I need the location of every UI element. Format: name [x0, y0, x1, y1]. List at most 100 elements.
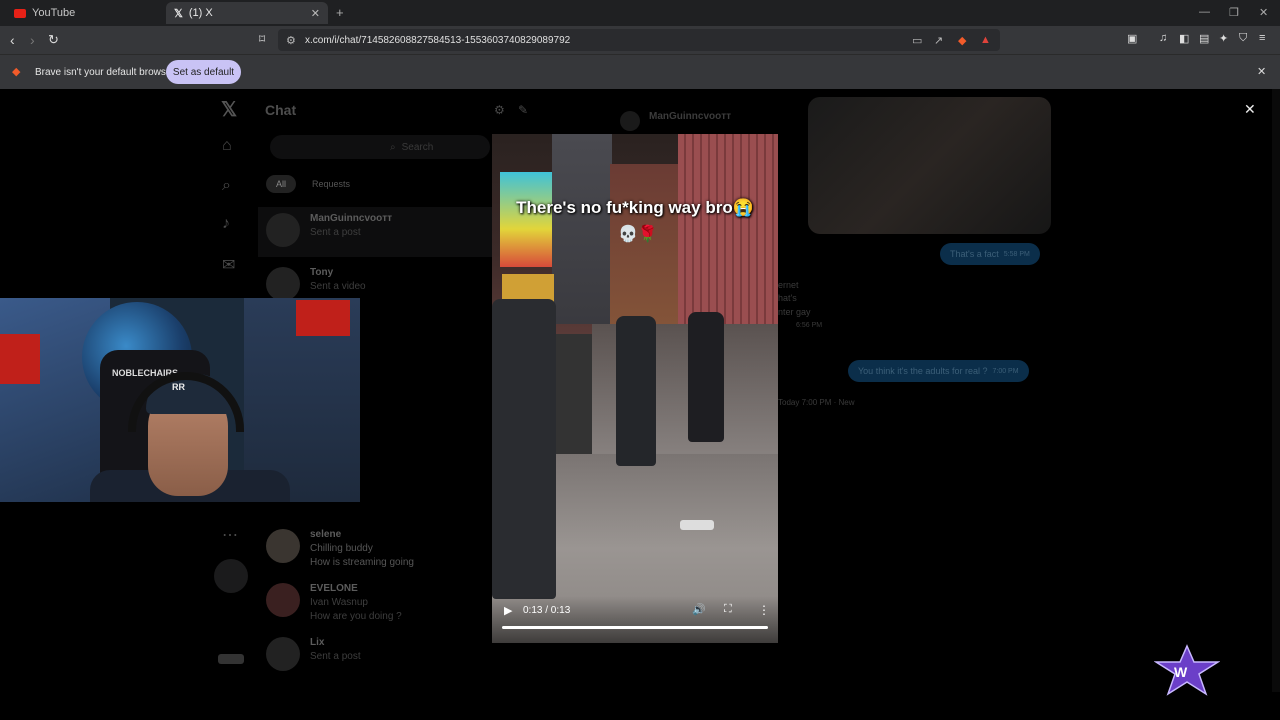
conversation-name: Tony: [310, 267, 334, 278]
chat-title: Chat: [265, 102, 297, 118]
screenshot-icon[interactable]: ▣: [1127, 32, 1137, 45]
filter-all[interactable]: All: [266, 175, 297, 193]
new-tab-button[interactable]: +: [336, 5, 344, 20]
video-progress-bar[interactable]: [502, 626, 768, 629]
search-icon: ⌕: [390, 141, 396, 153]
video-caption-emoji: 💀🌹: [618, 226, 658, 243]
minimize-icon[interactable]: —: [1199, 6, 1210, 18]
conversation-name: Lix: [310, 637, 325, 648]
video-frame-person: [492, 299, 556, 599]
close-media-icon[interactable]: ✕: [1244, 101, 1256, 118]
infobar-message: Brave isn't your default browser: [35, 67, 175, 78]
conversation-preview: Sent a video: [310, 281, 366, 292]
back-icon[interactable]: ‹: [10, 32, 15, 48]
brave-shield-icon[interactable]: ◆: [958, 34, 966, 47]
webcam-poster: [296, 300, 350, 336]
wallet-icon[interactable]: ▤: [1199, 32, 1209, 45]
volume-icon[interactable]: 🔊: [692, 603, 706, 616]
music-icon[interactable]: ♫: [1159, 32, 1167, 44]
tab-label: YouTube: [32, 7, 76, 19]
fullscreen-icon[interactable]: ⛶: [724, 603, 732, 616]
streamer-logo: W: [1154, 644, 1220, 696]
explore-icon[interactable]: ⌕: [222, 177, 231, 195]
avatar: [266, 637, 300, 671]
home-icon[interactable]: ⌂: [222, 137, 232, 155]
restore-icon[interactable]: ❐: [1229, 6, 1239, 19]
conversation-item[interactable]: Lix Sent a post: [258, 631, 492, 681]
more-icon[interactable]: ⋯: [222, 525, 238, 545]
message-time: 6:56 PM: [796, 322, 823, 329]
x-logo-icon[interactable]: 𝕏: [221, 97, 237, 122]
conversation-preview-line2: How are you doing ?: [310, 611, 402, 622]
address-bar[interactable]: ⚙ x.com/i/chat/714582608827584513-155360…: [278, 29, 1000, 51]
conversation-preview: Ivan Wasnup: [310, 597, 368, 608]
conversation-preview-line2: How is streaming going: [310, 557, 414, 568]
default-browser-infobar: ◆ Brave isn't your default browser Set a…: [0, 54, 1280, 89]
conversation-preview: Chilling buddy: [310, 543, 373, 554]
video-caption: There's no fu*king way bro😭: [516, 198, 754, 217]
video-progress-fill: [502, 626, 768, 629]
partial-message-text: nter gay: [778, 307, 811, 317]
messages-icon[interactable]: ✉: [222, 255, 235, 275]
filter-requests[interactable]: Requests: [302, 175, 360, 193]
video-frame-building: [552, 134, 612, 324]
vpn-icon[interactable]: ⛉: [1239, 32, 1247, 45]
settings-icon[interactable]: ⚙: [494, 103, 505, 117]
compose-post-button[interactable]: [214, 559, 248, 593]
brave-rewards-icon[interactable]: ▲: [980, 34, 991, 46]
message-bubble: That's a fact 5:58 PM: [940, 243, 1040, 265]
conversation-item[interactable]: selene Chilling buddy How is streaming g…: [258, 523, 492, 573]
avatar: [266, 213, 300, 247]
account-switcher[interactable]: [218, 654, 244, 664]
avatar: [266, 529, 300, 563]
chat-header-avatar: [620, 111, 640, 131]
new-messages-divider: Today 7:00 PM · New: [778, 398, 855, 407]
tab-youtube[interactable]: YouTube: [6, 2, 166, 24]
notifications-icon[interactable]: ♪: [222, 215, 230, 233]
conversation-name: ManGuinncvooтт: [310, 213, 393, 224]
conversation-name: selene: [310, 529, 342, 540]
menu-icon[interactable]: ≡: [1259, 32, 1265, 44]
conversation-item[interactable]: EVELONE Ivan Wasnup How are you doing ?: [258, 577, 492, 627]
cast-icon[interactable]: ▭: [912, 34, 922, 47]
site-info-icon[interactable]: ⚙: [286, 34, 296, 47]
webcam-poster: [0, 334, 40, 384]
avatar: [266, 267, 300, 301]
tab-x[interactable]: 𝕏 (1) X ✕: [166, 2, 328, 24]
youtube-icon: [14, 8, 26, 18]
brave-logo-icon: ◆: [12, 66, 21, 78]
conversation-preview: Sent a post: [310, 227, 361, 238]
video-frame-object: [680, 520, 714, 530]
forward-icon[interactable]: ›: [30, 32, 35, 48]
video-time: 0:13 / 0:13: [523, 605, 571, 616]
partial-message-text: ernet: [778, 280, 799, 290]
leo-ai-icon[interactable]: ✦: [1219, 32, 1228, 45]
close-infobar-icon[interactable]: ✕: [1257, 65, 1266, 78]
video-frame-billboard: [500, 172, 552, 267]
media-thumbnail[interactable]: [808, 97, 1051, 234]
sidebar-icon[interactable]: ◧: [1179, 32, 1189, 45]
conversation-item[interactable]: ManGuinncvooтт Sent a post: [258, 207, 492, 257]
partial-message-text: hat's: [778, 293, 797, 303]
conversation-name: EVELONE: [310, 583, 358, 594]
close-window-icon[interactable]: ✕: [1259, 6, 1268, 19]
url-text: x.com/i/chat/714582608827584513-15536037…: [305, 34, 571, 46]
video-player[interactable]: There's no fu*king way bro😭 💀🌹 ▶ 0:13 / …: [492, 134, 778, 643]
share-icon[interactable]: ↗: [934, 34, 943, 47]
x-icon: 𝕏: [174, 7, 183, 20]
tab-label: (1) X: [188, 7, 213, 19]
reload-icon[interactable]: ↻: [48, 32, 59, 48]
page-scrollbar[interactable]: [1272, 89, 1280, 692]
more-options-icon[interactable]: ⋮: [758, 603, 770, 617]
video-controls: ▶ 0:13 / 0:13 🔊 ⛶ ⋮: [492, 596, 778, 643]
play-icon[interactable]: ▶: [504, 604, 512, 617]
search-placeholder: Search: [401, 141, 434, 153]
svg-text:W: W: [1174, 664, 1188, 680]
close-tab-icon[interactable]: ✕: [311, 7, 320, 20]
avatar: [266, 583, 300, 617]
new-chat-icon[interactable]: ✎: [518, 103, 528, 117]
set-as-default-button[interactable]: Set as default: [166, 60, 241, 84]
bookmark-icon[interactable]: ⌑: [259, 32, 265, 46]
chat-search-input[interactable]: ⌕ Search: [270, 135, 490, 159]
video-frame-person: [688, 312, 724, 442]
